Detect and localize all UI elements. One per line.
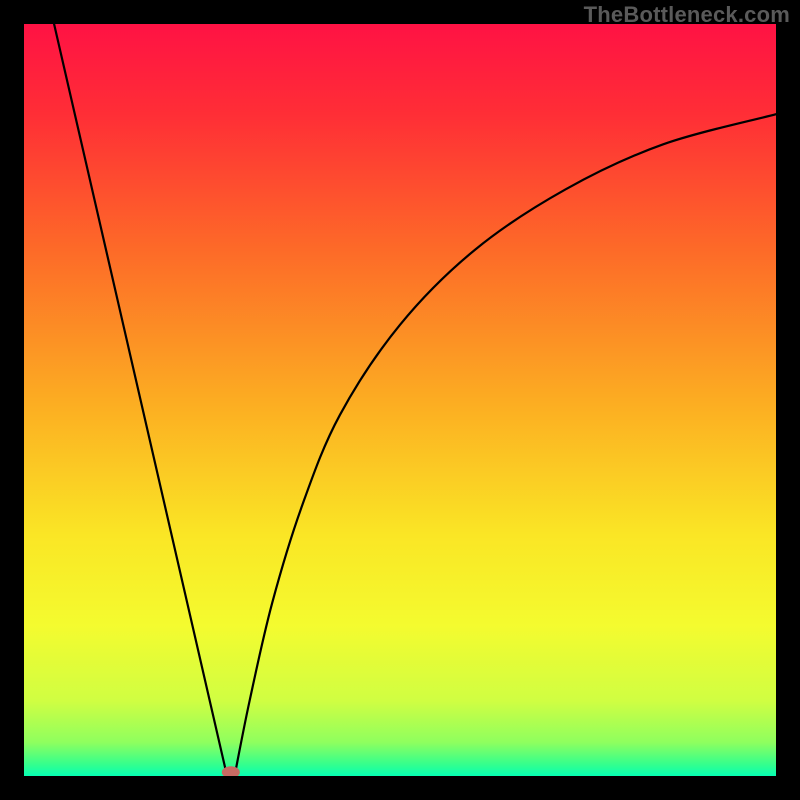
bottleneck-chart <box>24 24 776 776</box>
gradient-background <box>24 24 776 776</box>
chart-container: TheBottleneck.com <box>0 0 800 800</box>
chart-svg <box>24 24 776 776</box>
watermark-label: TheBottleneck.com <box>584 2 790 28</box>
